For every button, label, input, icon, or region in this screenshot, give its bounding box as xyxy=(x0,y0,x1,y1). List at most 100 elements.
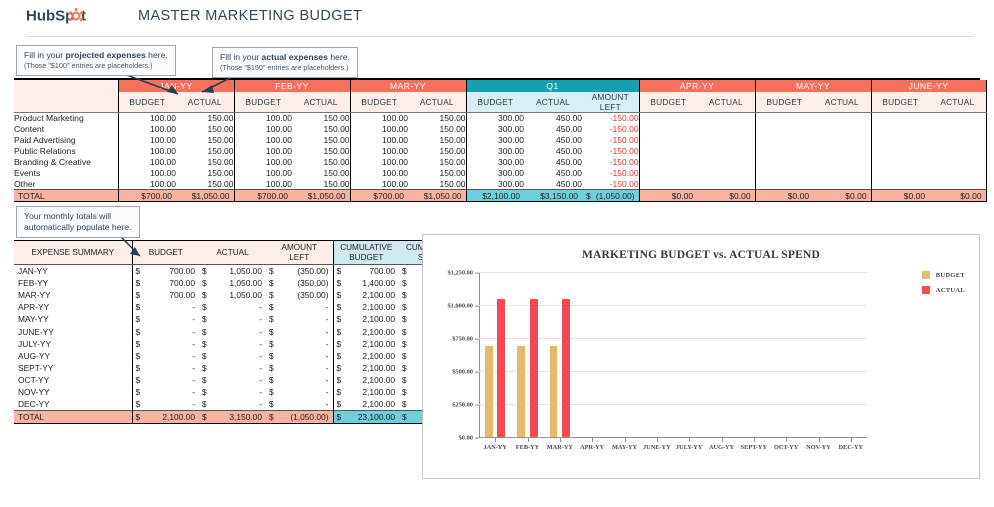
budget-table-cell[interactable] xyxy=(754,123,814,135)
budget-table-cell[interactable] xyxy=(638,167,698,179)
budget-table-cell[interactable]: 150.00 xyxy=(176,178,235,190)
budget-table-cell[interactable]: -150.00 xyxy=(582,123,640,135)
budget-table-cell[interactable]: -150.00 xyxy=(582,156,640,168)
budget-table-cell[interactable]: 150.00 xyxy=(408,178,467,190)
budget-table-cell[interactable] xyxy=(929,112,987,124)
budget-table-cell[interactable] xyxy=(638,156,698,168)
budget-table-cell[interactable] xyxy=(697,123,756,135)
budget-table-cell[interactable] xyxy=(870,134,930,146)
budget-table-cell[interactable]: -150.00 xyxy=(582,145,640,157)
budget-table-cell[interactable] xyxy=(870,167,930,179)
budget-table-cell[interactable]: 100.00 xyxy=(117,134,176,146)
budget-table-cell[interactable] xyxy=(813,156,872,168)
budget-table-cell[interactable] xyxy=(813,178,872,190)
budget-table-cell[interactable] xyxy=(870,112,930,124)
budget-table-cell[interactable]: 300.00 xyxy=(465,112,525,124)
budget-table-cell[interactable]: 150.00 xyxy=(292,145,351,157)
budget-table-cell[interactable]: 450.00 xyxy=(524,168,582,179)
budget-table-cell[interactable]: 450.00 xyxy=(524,135,582,146)
budget-table-cell[interactable]: 300.00 xyxy=(465,145,525,157)
budget-table-cell[interactable] xyxy=(813,167,872,179)
budget-table-cell[interactable]: 100.00 xyxy=(117,145,176,157)
budget-table-cell[interactable]: -150.00 xyxy=(582,178,640,190)
budget-table-cell[interactable]: 100.00 xyxy=(349,178,409,190)
budget-table-cell[interactable]: 150.00 xyxy=(292,156,351,168)
budget-table-cell[interactable]: 150.00 xyxy=(408,156,467,168)
budget-table-cell[interactable]: 100.00 xyxy=(233,123,293,135)
budget-table-cell[interactable]: 300.00 xyxy=(465,178,525,190)
budget-table-cell[interactable] xyxy=(697,145,756,157)
budget-table-cell[interactable]: 150.00 xyxy=(176,156,235,168)
budget-table-cell[interactable] xyxy=(638,112,698,124)
budget-table-cell[interactable]: 100.00 xyxy=(349,156,409,168)
budget-table-cell[interactable]: 100.00 xyxy=(117,123,176,135)
budget-table-cell[interactable] xyxy=(813,123,872,135)
budget-table-cell[interactable]: 150.00 xyxy=(292,167,351,179)
budget-table-cell[interactable] xyxy=(929,123,987,135)
budget-table-cell[interactable]: 450.00 xyxy=(524,146,582,157)
budget-table-cell[interactable]: -150.00 xyxy=(582,167,640,179)
budget-table-cell[interactable] xyxy=(638,145,698,157)
budget-table-cell[interactable]: 100.00 xyxy=(349,112,409,124)
budget-table-cell[interactable]: 150.00 xyxy=(176,167,235,179)
budget-table-cell[interactable] xyxy=(754,178,814,190)
budget-table-cell[interactable] xyxy=(697,156,756,168)
budget-table-cell[interactable]: 150.00 xyxy=(292,134,351,146)
budget-table-cell[interactable] xyxy=(813,112,872,124)
budget-table-cell[interactable] xyxy=(929,156,987,168)
budget-table-cell[interactable] xyxy=(870,123,930,135)
budget-table-cell[interactable] xyxy=(638,178,698,190)
budget-table-cell[interactable]: 300.00 xyxy=(465,167,525,179)
budget-table-cell[interactable] xyxy=(697,178,756,190)
budget-table-cell[interactable] xyxy=(754,167,814,179)
budget-table-cell[interactable]: 100.00 xyxy=(117,156,176,168)
budget-table-cell[interactable]: 300.00 xyxy=(465,156,525,168)
budget-table-cell[interactable] xyxy=(929,167,987,179)
budget-table-cell[interactable]: 100.00 xyxy=(233,112,293,124)
budget-table-cell[interactable] xyxy=(929,145,987,157)
budget-table-cell[interactable]: 150.00 xyxy=(176,123,235,135)
budget-table-cell[interactable]: 450.00 xyxy=(524,124,582,135)
budget-table-cell[interactable] xyxy=(754,145,814,157)
budget-table-cell[interactable]: -150.00 xyxy=(582,134,640,146)
budget-table-cell[interactable]: 150.00 xyxy=(176,134,235,146)
budget-table-cell[interactable]: -150.00 xyxy=(582,112,640,124)
budget-table-cell[interactable] xyxy=(870,156,930,168)
budget-table-cell[interactable] xyxy=(697,134,756,146)
budget-table-cell[interactable] xyxy=(813,134,872,146)
budget-table-cell[interactable]: 100.00 xyxy=(349,123,409,135)
budget-table-cell[interactable]: 100.00 xyxy=(117,178,176,190)
budget-table-cell[interactable]: 300.00 xyxy=(465,134,525,146)
budget-table-cell[interactable]: 150.00 xyxy=(408,123,467,135)
budget-table-cell[interactable]: 450.00 xyxy=(524,157,582,168)
budget-table-cell[interactable]: 150.00 xyxy=(176,112,235,124)
budget-table-cell[interactable]: 150.00 xyxy=(408,134,467,146)
budget-table-cell[interactable]: 300.00 xyxy=(465,123,525,135)
budget-table-cell[interactable]: 100.00 xyxy=(117,112,176,124)
budget-table-cell[interactable] xyxy=(638,123,698,135)
budget-table-cell[interactable] xyxy=(754,134,814,146)
budget-table-cell[interactable] xyxy=(813,145,872,157)
budget-table-cell[interactable] xyxy=(870,178,930,190)
budget-table-cell[interactable]: 100.00 xyxy=(233,178,293,190)
budget-table-cell[interactable]: 150.00 xyxy=(292,112,351,124)
budget-table-cell[interactable]: 150.00 xyxy=(176,145,235,157)
budget-table-cell[interactable]: 450.00 xyxy=(524,113,582,124)
budget-table-cell[interactable] xyxy=(697,112,756,124)
budget-table-cell[interactable] xyxy=(697,167,756,179)
budget-table-cell[interactable] xyxy=(638,134,698,146)
budget-table-cell[interactable]: 450.00 xyxy=(524,179,582,190)
budget-table-cell[interactable]: 150.00 xyxy=(408,167,467,179)
budget-table-cell[interactable]: 100.00 xyxy=(233,145,293,157)
budget-table-cell[interactable]: 100.00 xyxy=(117,167,176,179)
budget-table-cell[interactable] xyxy=(754,156,814,168)
budget-table-cell[interactable]: 100.00 xyxy=(349,167,409,179)
budget-table-cell[interactable] xyxy=(929,134,987,146)
budget-table-cell[interactable]: 150.00 xyxy=(408,145,467,157)
budget-table-cell[interactable] xyxy=(754,112,814,124)
budget-table-cell[interactable]: 150.00 xyxy=(292,123,351,135)
budget-table-cell[interactable]: 150.00 xyxy=(292,178,351,190)
budget-table-cell[interactable]: 100.00 xyxy=(233,167,293,179)
budget-table-cell[interactable]: 100.00 xyxy=(349,145,409,157)
budget-table-cell[interactable] xyxy=(870,145,930,157)
